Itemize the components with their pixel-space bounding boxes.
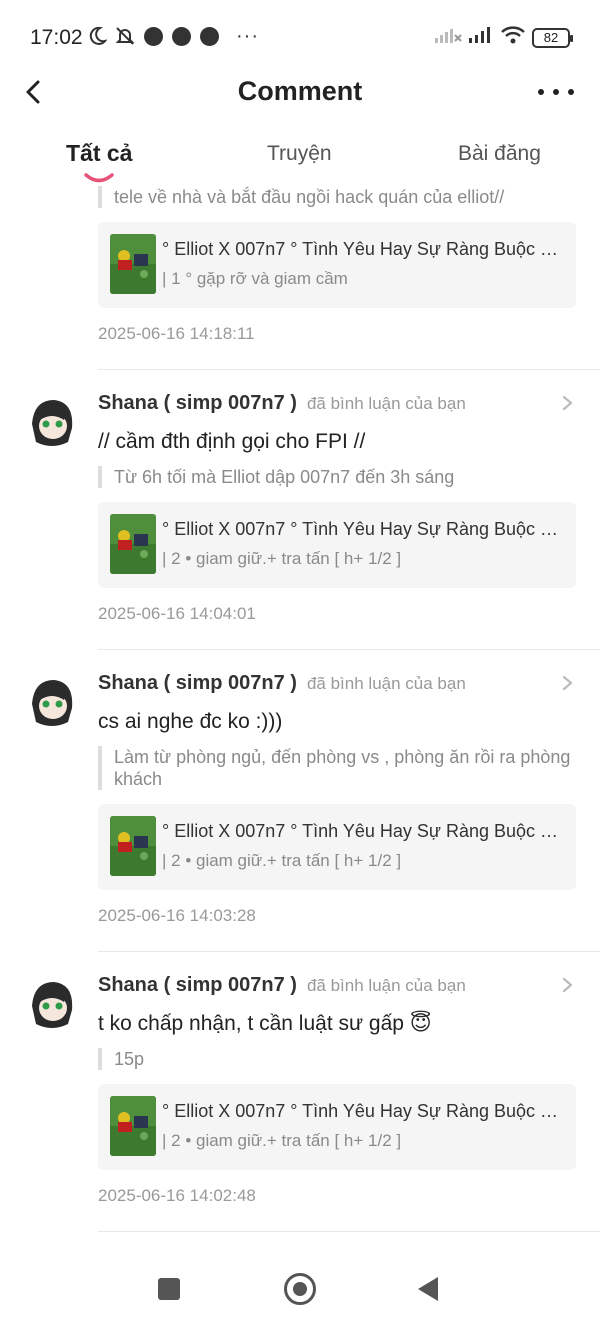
story-title: ° Elliot X 007n7 ° Tình Yêu Hay Sự Ràng …: [162, 821, 558, 841]
story-thumbnail: [110, 1096, 156, 1156]
moon-icon: [86, 25, 108, 47]
story-card[interactable]: ° Elliot X 007n7 ° Tình Yêu Hay Sự Ràng …: [98, 502, 576, 588]
comment-username[interactable]: Shana ( simp 007n7 ): [98, 392, 297, 414]
quoted-text: 15p: [98, 1048, 576, 1070]
chevron-right-icon[interactable]: [560, 674, 574, 692]
more-horizontal-icon-dot: [553, 89, 559, 95]
recent-apps-icon[interactable]: [158, 1278, 180, 1300]
story-chapter: | 2 • giam giữ.+ tra tấn [ h+ 1/2 ]: [162, 851, 402, 870]
more-horizontal-icon-dot: [568, 89, 574, 95]
timestamp: 2025-06-16 14:18:11: [98, 324, 255, 343]
bell-muted-icon: [114, 25, 136, 47]
comment-username[interactable]: Shana ( simp 007n7 ): [98, 672, 297, 694]
chevron-right-icon[interactable]: [560, 394, 574, 412]
comment-text: // cầm đth định gọi cho FPI //: [98, 430, 366, 453]
home-icon[interactable]: [284, 1273, 316, 1305]
quoted-text: tele về nhà và bắt đầu ngồi hack quán củ…: [98, 186, 576, 208]
avatar[interactable]: [24, 976, 80, 1032]
messenger-icon: [170, 25, 192, 47]
story-title: ° Elliot X 007n7 ° Tình Yêu Hay Sự Ràng …: [162, 239, 558, 259]
chevron-right-icon[interactable]: [560, 976, 574, 994]
status-icons-left: ···: [86, 25, 259, 47]
status-bar: 17:02 ··· 82: [0, 0, 600, 72]
back-icon[interactable]: [418, 1277, 438, 1301]
story-card[interactable]: ° Elliot X 007n7 ° Tình Yêu Hay Sự Ràng …: [98, 1084, 576, 1170]
story-chapter: | 2 • giam giữ.+ tra tấn [ h+ 1/2 ]: [162, 1131, 402, 1150]
tab-stories[interactable]: Truyện: [267, 142, 332, 166]
system-nav-bar: [0, 1253, 600, 1333]
wifi-icon: [500, 25, 526, 50]
divider: [98, 1231, 600, 1232]
story-title: ° Elliot X 007n7 ° Tình Yêu Hay Sự Ràng …: [162, 519, 558, 539]
divider: [98, 369, 600, 370]
status-time: 17:02: [30, 26, 83, 49]
battery-icon: 82: [532, 27, 573, 48]
divider: [98, 951, 600, 952]
story-chapter: | 1 ° gặp rỡ và giam cầm: [162, 269, 348, 288]
header: Comment: [0, 66, 600, 118]
story-thumbnail: [110, 816, 156, 876]
tab-all[interactable]: Tất cả: [66, 140, 132, 167]
timestamp: 2025-06-16 14:03:28: [98, 906, 256, 925]
comment-action: đã bình luận của bạn: [306, 674, 466, 693]
avatar[interactable]: [24, 674, 80, 730]
comment-text: t ko chấp nhận, t cần luật sư gấp 😇: [98, 1012, 432, 1035]
avatar[interactable]: [24, 394, 80, 450]
story-card[interactable]: ° Elliot X 007n7 ° Tình Yêu Hay Sự Ràng …: [98, 804, 576, 890]
timestamp: 2025-06-16 14:04:01: [98, 604, 256, 623]
divider: [98, 649, 600, 650]
messenger-icon: [142, 25, 164, 47]
comment-text: cs ai nghe đc ko :))): [98, 710, 283, 733]
status-icons-right: 82: [434, 25, 573, 50]
story-chapter: | 2 • giam giữ.+ tra tấn [ h+ 1/2 ]: [162, 549, 402, 568]
more-horizontal-icon-dot: [538, 89, 544, 95]
signal-icon: [468, 26, 494, 49]
quoted-text: Từ 6h tối mà Elliot dập 007n7 đến 3h sán…: [98, 466, 576, 488]
comment-action: đã bình luận của bạn: [306, 976, 466, 995]
messenger-icon: [198, 25, 220, 47]
tab-bar: Tất cả Truyện Bài đăng: [0, 132, 600, 188]
comment-username[interactable]: Shana ( simp 007n7 ): [98, 974, 297, 996]
page-title: Comment: [237, 76, 363, 106]
timestamp: 2025-06-16 14:02:48: [98, 1186, 256, 1205]
story-card[interactable]: ° Elliot X 007n7 ° Tình Yêu Hay Sự Ràng …: [98, 222, 576, 308]
signal-off-icon: [434, 26, 462, 49]
tab-active-indicator: [84, 173, 114, 183]
comment-action: đã bình luận của bạn: [306, 394, 466, 413]
story-thumbnail: [110, 514, 156, 574]
more-options-button[interactable]: [538, 78, 574, 106]
story-thumbnail: [110, 234, 156, 294]
story-title: ° Elliot X 007n7 ° Tình Yêu Hay Sự Ràng …: [162, 1101, 558, 1121]
more-dots-icon: ···: [236, 25, 259, 47]
tab-posts[interactable]: Bài đăng: [458, 142, 541, 166]
quoted-text: Làm từ phòng ngủ, đến phòng vs , phòng ă…: [98, 746, 576, 790]
